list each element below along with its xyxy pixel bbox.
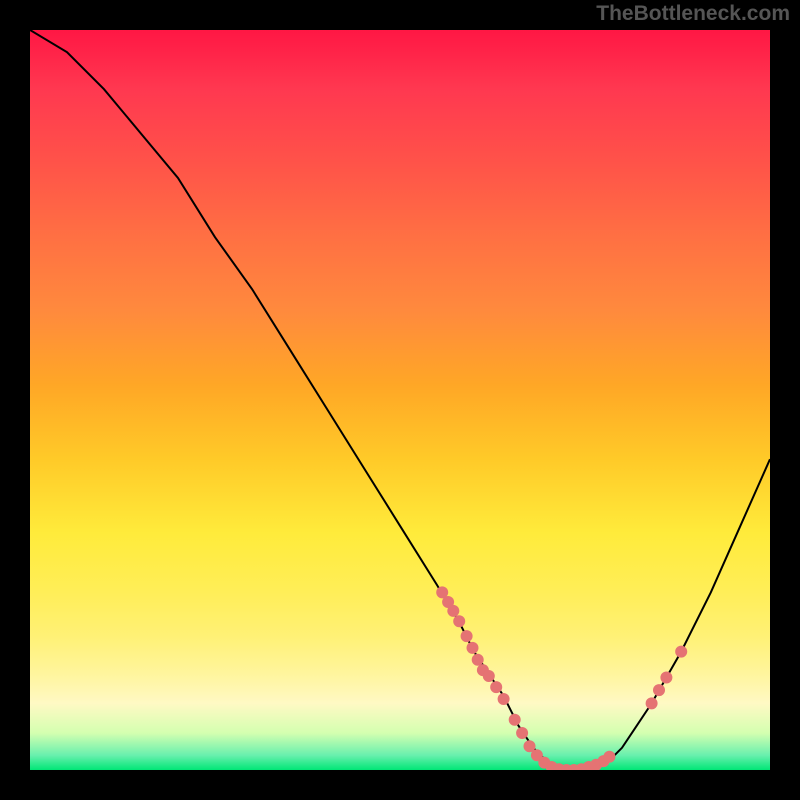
chart-svg — [30, 30, 770, 770]
data-marker — [490, 681, 502, 693]
chart-plot-area — [30, 30, 770, 770]
data-marker — [653, 684, 665, 696]
data-marker — [483, 670, 495, 682]
data-marker — [603, 751, 615, 763]
data-marker — [461, 630, 473, 642]
watermark-text: TheBottleneck.com — [596, 2, 790, 26]
curve-line — [30, 30, 770, 770]
data-marker — [675, 646, 687, 658]
data-marker — [509, 714, 521, 726]
data-marker — [660, 672, 672, 684]
data-marker — [498, 693, 510, 705]
data-marker — [447, 605, 459, 617]
data-marker — [646, 697, 658, 709]
data-marker — [472, 654, 484, 666]
data-markers — [436, 586, 687, 770]
data-marker — [467, 642, 479, 654]
data-marker — [516, 727, 528, 739]
data-marker — [453, 615, 465, 627]
